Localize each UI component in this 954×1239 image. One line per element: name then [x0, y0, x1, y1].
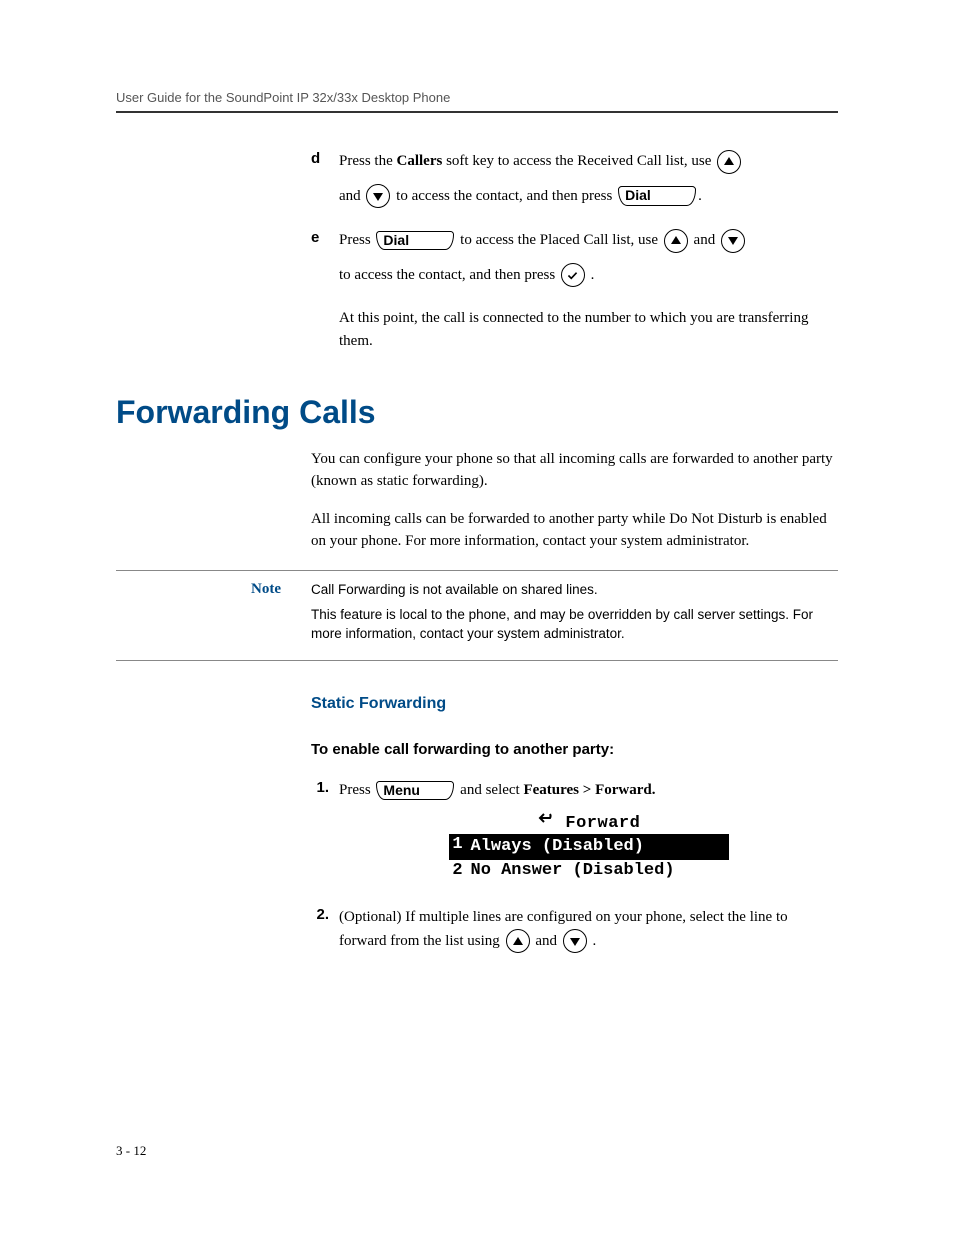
- text-fragment: .: [698, 188, 702, 204]
- lcd-line-1: 1 Always (Disabled): [449, 834, 729, 859]
- step-number: 1.: [311, 779, 339, 796]
- substep-d-line2: and to access the contact, and then pres…: [339, 184, 838, 209]
- note-box: Note Call Forwarding is not available on…: [116, 570, 838, 661]
- substep-letter: d: [311, 150, 339, 167]
- substep-e: e Press Dial to access the Placed Call l…: [311, 228, 838, 297]
- subheading-static-forwarding: Static Forwarding: [311, 695, 838, 713]
- lcd-line-2: 2 No Answer (Disabled): [449, 860, 729, 881]
- page-header: User Guide for the SoundPoint IP 32x/33x…: [116, 90, 838, 105]
- text-fragment: .: [587, 267, 595, 283]
- down-arrow-button-icon: [366, 184, 390, 208]
- page-number: 3 - 12: [116, 1143, 838, 1159]
- up-arrow-button-icon: [664, 229, 688, 253]
- text-fragment: Press the: [339, 153, 397, 169]
- down-arrow-button-icon: [721, 229, 745, 253]
- text-fragment: and select: [456, 782, 523, 798]
- return-arrow-icon: [537, 812, 555, 833]
- step-1-text: Press Menu and select Features > Forward…: [339, 778, 838, 802]
- text-fragment: and: [339, 188, 364, 204]
- procedure-heading: To enable call forwarding to another par…: [311, 741, 838, 758]
- lcd-item-number: 2: [449, 860, 467, 881]
- note-line2: This feature is local to the phone, and …: [311, 606, 838, 644]
- dial-softkey-icon: Dial: [376, 231, 454, 250]
- lcd-item-number: 1: [449, 834, 467, 859]
- menu-softkey-icon: Menu: [376, 781, 454, 800]
- note-label: Note: [116, 581, 311, 650]
- down-arrow-button-icon: [563, 929, 587, 953]
- section-heading-forwarding-calls: Forwarding Calls: [116, 394, 838, 431]
- text-fragment: to access the Placed Call list, use: [460, 232, 662, 248]
- substep-d: d Press the Callers soft key to access t…: [311, 149, 838, 218]
- up-arrow-button-icon: [506, 929, 530, 953]
- step-number: 2.: [311, 906, 339, 923]
- text-fragment: to access the contact, and then press: [396, 188, 616, 204]
- text-fragment: and: [535, 933, 560, 949]
- text-fragment: Press: [339, 782, 374, 798]
- substep-e-line1: Press Dial to access the Placed Call lis…: [339, 228, 838, 253]
- lcd-item-text: No Answer (Disabled): [467, 860, 729, 881]
- para-static-forwarding-intro: You can configure your phone so that all…: [311, 449, 838, 493]
- substep-e-line2: to access the contact, and then press .: [339, 263, 838, 288]
- followup-text: At this point, the call is connected to …: [339, 307, 838, 352]
- callers-softkey-name: Callers: [397, 153, 443, 169]
- check-button-icon: [561, 263, 585, 287]
- text-fragment: soft key to access the Received Call lis…: [442, 153, 715, 169]
- dial-softkey-icon: Dial: [618, 186, 696, 205]
- phone-display-mock: Forward 1 Always (Disabled) 2 No Answer …: [449, 812, 729, 881]
- lcd-item-text: Always (Disabled): [467, 834, 729, 859]
- text-fragment: Press: [339, 232, 374, 248]
- step-1: 1. Press Menu and select Features > Forw…: [311, 778, 838, 895]
- text-fragment: and: [694, 232, 719, 248]
- text-fragment: to access the contact, and then press: [339, 267, 559, 283]
- step-2-text: (Optional) If multiple lines are configu…: [339, 905, 838, 954]
- lcd-title: Forward: [449, 812, 729, 834]
- lcd-title-text: Forward: [565, 814, 640, 833]
- text-fragment: .: [589, 933, 597, 949]
- step-2: 2. (Optional) If multiple lines are conf…: [311, 905, 838, 964]
- menu-path: Features > Forward.: [523, 782, 655, 798]
- header-divider: [116, 111, 838, 113]
- para-dnd-forwarding: All incoming calls can be forwarded to a…: [311, 509, 838, 553]
- substep-d-line1: Press the Callers soft key to access the…: [339, 149, 838, 174]
- up-arrow-button-icon: [717, 150, 741, 174]
- substep-letter: e: [311, 229, 339, 246]
- note-line1: Call Forwarding is not available on shar…: [311, 581, 838, 600]
